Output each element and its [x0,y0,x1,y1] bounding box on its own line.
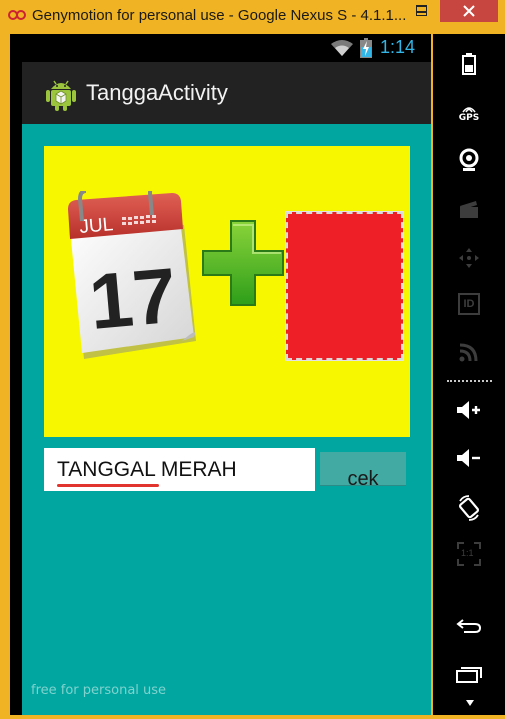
calendar-month: JUL [79,214,114,238]
calendar-day: 17 [86,251,180,346]
camera-button[interactable] [447,142,491,178]
id-icon: ID [458,293,480,315]
battery-button[interactable] [447,46,491,82]
watermark-text: free for personal use [31,683,167,698]
scale-icon: 1:1 [457,542,481,566]
close-icon [463,5,475,17]
gps-label: GPS [458,113,480,123]
video-clapper-icon [460,201,478,218]
cek-button-label: cek [347,468,379,490]
rss-icon [459,343,478,362]
plus-icon [202,220,284,306]
wifi-icon [331,40,353,56]
cek-button[interactable]: cek [320,452,406,490]
recent-apps-icon [456,667,482,683]
android-app-icon [46,80,76,111]
rotate-button[interactable] [447,490,491,526]
scroll-down-icon[interactable] [465,699,475,707]
window-titlebar[interactable]: Genymotion for personal use - Google Nex… [0,0,505,32]
status-bar: 1:14 [10,34,431,62]
genymotion-app-icon [8,10,26,20]
id-label: ID [463,298,475,310]
recent-apps-button[interactable] [447,656,491,692]
close-button[interactable] [440,0,498,22]
battery-charging-icon [360,38,372,58]
rotate-icon [458,495,480,521]
action-bar: TanggaActivity [22,62,431,124]
calendar-icon: JUL 17 [68,191,196,359]
video-button[interactable] [447,191,491,227]
volume-up-icon [457,401,480,419]
volume-up-button[interactable] [447,392,491,428]
rss-button[interactable] [447,334,491,370]
genymotion-toolbar: GPS ID 1:1 [433,34,505,715]
window-title: Genymotion for personal use - Google Nex… [32,7,407,24]
volume-down-button[interactable] [447,440,491,476]
date-input[interactable]: TANGGAL MERAH [44,448,315,491]
spellcheck-underline [57,484,159,487]
device-id-button[interactable]: ID [447,286,491,322]
dpad-button[interactable] [447,240,491,276]
scale-button[interactable]: 1:1 [447,536,491,572]
status-clock: 1:14 [380,37,416,57]
volume-down-icon [457,449,480,467]
back-button[interactable] [447,608,491,644]
toolbar-separator [447,380,492,382]
battery-icon [462,53,476,75]
gps-button[interactable]: GPS [447,96,491,132]
maximize-button[interactable] [408,0,434,22]
red-image-box [285,211,404,361]
gps-icon [462,107,476,113]
webcam-icon [459,148,479,171]
maximize-icon [416,5,427,16]
scale-ratio-label: 1:1 [461,548,474,558]
date-input-value: TANGGAL MERAH [57,458,237,481]
image-panel: JUL 17 [44,146,410,437]
back-icon [456,619,482,633]
activity-content: JUL 17 TANGGAL MERAH cek free for person… [22,124,431,715]
dpad-icon [459,248,479,268]
emulator-screen: 1:14 TanggaActivity JUL 17 TANGGAL MERAH… [10,34,431,715]
activity-title: TanggaActivity [86,80,228,105]
